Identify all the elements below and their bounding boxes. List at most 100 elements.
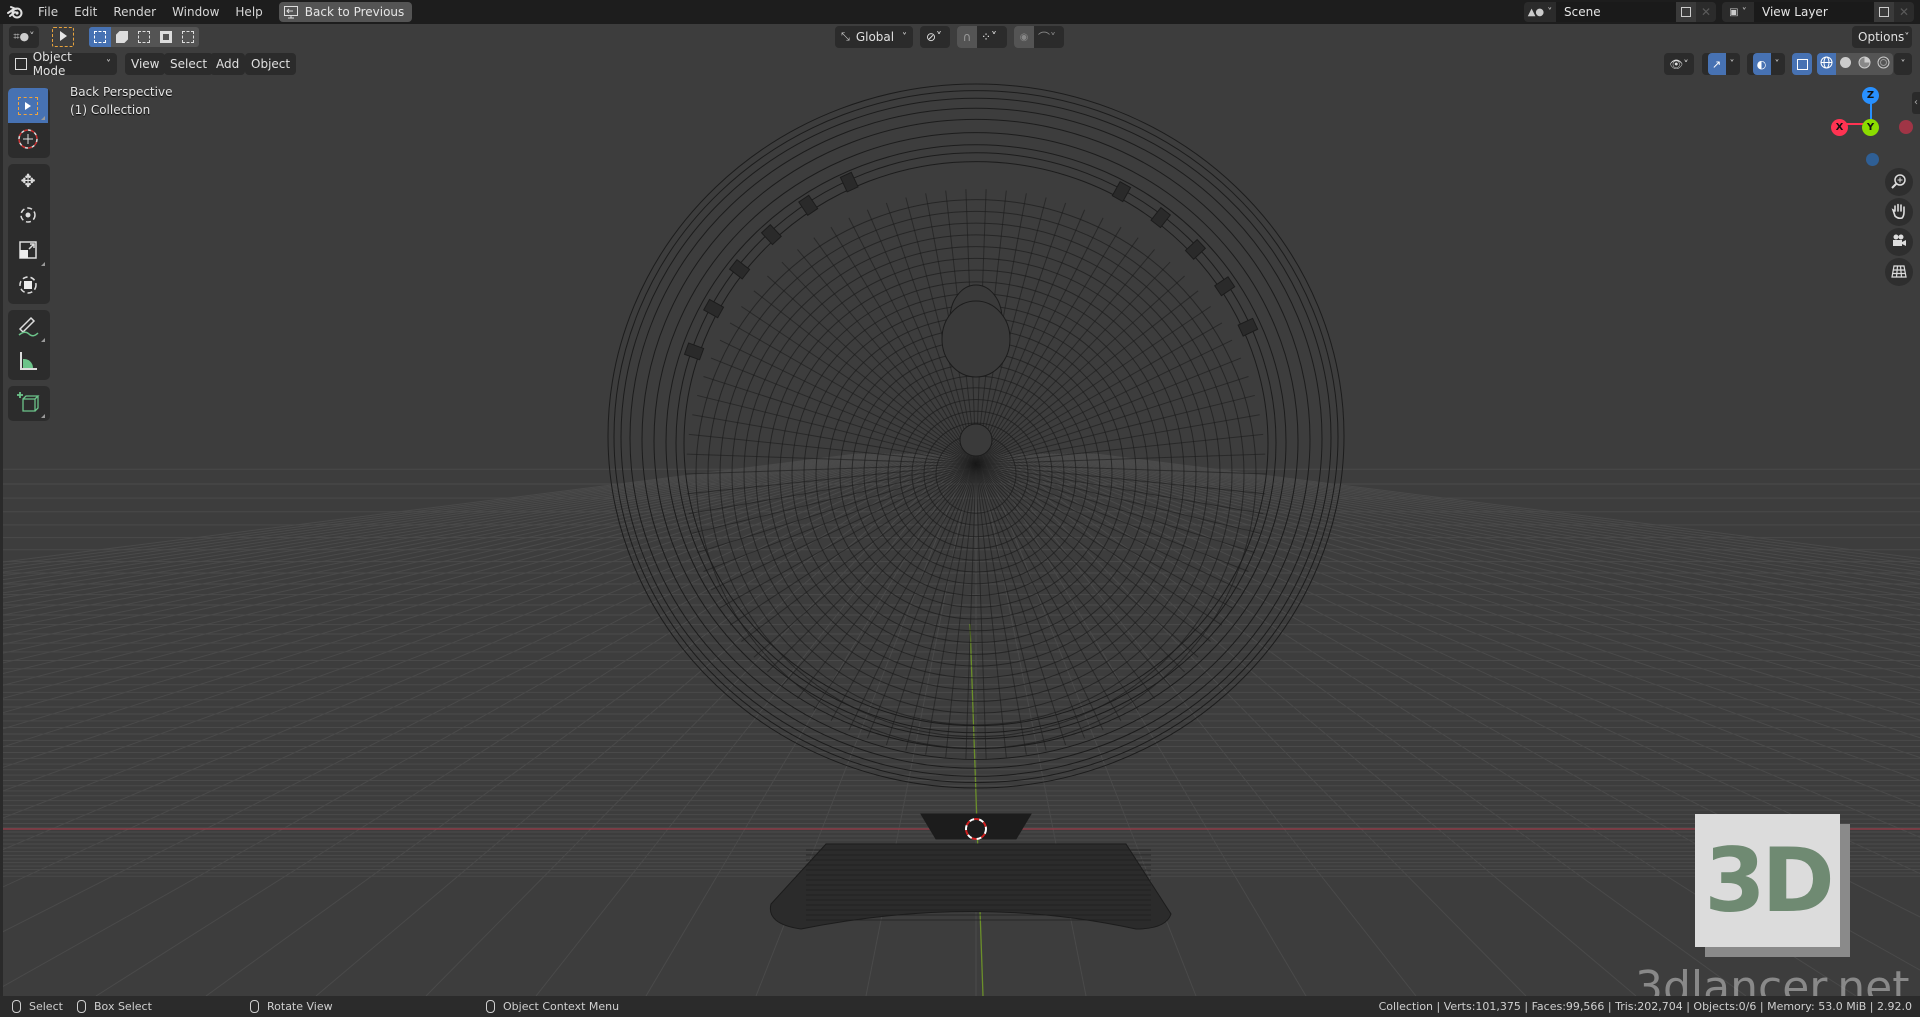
select-new-icon [94,31,106,43]
view-layer-type-dropdown[interactable]: ▣ ˅ [1722,2,1754,22]
hint-box-select-label: Box Select [94,1000,152,1013]
tool-cursor[interactable] [8,123,48,158]
options-dropdown[interactable]: Options ˅ [1852,26,1912,48]
hand-icon [1890,202,1908,223]
new-scene-button[interactable] [1676,2,1696,22]
viewport-header: Object Mode ˅ View Select Add Object 👁˅ … [0,50,1920,78]
close-icon: ✕ [1898,5,1910,19]
proportional-edit-icon[interactable]: ◉ [1014,26,1034,48]
overlays-toggle[interactable]: ◐ ˅ [1747,53,1785,75]
hint-select-label: Select [29,1000,63,1013]
menu-help[interactable]: Help [227,0,270,24]
blender-logo-icon[interactable] [0,0,30,24]
falloff-curve-icon[interactable]: ⌒˅ [1038,29,1056,46]
mouse-right-icon [486,1000,495,1013]
chevron-down-icon: ˅ [1774,58,1780,70]
cursor-arrow-icon [58,30,68,45]
camera-icon [1890,232,1908,253]
menu-edit[interactable]: Edit [66,0,105,24]
tool-scale[interactable] [8,234,48,269]
pencil-icon [16,315,40,340]
gizmo-icon: ↗ [1707,53,1726,75]
watermark-badge-text: 3D [1704,829,1834,932]
watermark-site: 3dlancer.net [1635,962,1910,996]
pan-view-button[interactable] [1885,198,1913,226]
zoom-view-button[interactable] [1885,168,1913,196]
delete-view-layer-button[interactable]: ✕ [1894,2,1914,22]
pivot-point-dropdown[interactable]: ⊘˅ [920,26,950,48]
snap-increment-icon[interactable]: ⁘˅ [981,30,997,44]
menu-select[interactable]: Select [164,53,214,75]
select-box-icon [18,96,38,115]
shading-solid-button[interactable] [1836,53,1855,75]
menu-view[interactable]: View [125,53,166,75]
3d-viewport[interactable]: Back Perspective (1) Collection Z X Y ‹ … [0,24,1920,996]
shading-options-dropdown[interactable]: ˅ [1894,53,1912,75]
tool-group-transform: ✥ [8,164,50,304]
tool-select-box[interactable] [8,88,48,123]
copy-icon [1681,7,1691,17]
select-extend-icon [116,31,128,43]
shading-rendered-button[interactable] [1874,53,1893,75]
scene-selector[interactable]: ▲● ˅ Scene ✕ [1524,2,1716,22]
overlays-icon: ◐ [1752,53,1771,75]
shading-material-button[interactable] [1855,53,1874,75]
copy-icon [1879,7,1889,17]
tool-measure[interactable] [8,345,48,380]
select-invert-icon [160,31,172,43]
menu-object[interactable]: Object [245,53,297,75]
scene-name-field[interactable]: Scene [1556,2,1676,22]
mode-subtract-selection[interactable] [133,27,155,47]
hint-box-select: Box Select [77,996,152,1017]
tool-transform[interactable] [8,269,48,304]
scene-type-dropdown[interactable]: ▲● ˅ [1524,2,1556,22]
mode-new-selection[interactable] [89,27,111,47]
view-layer-name-field[interactable]: View Layer [1754,2,1874,22]
gizmo-z-axis[interactable]: Z [1862,87,1879,104]
snap-magnet-icon[interactable]: ∩ [957,26,977,48]
back-to-previous-button[interactable]: Back to Previous [278,2,413,22]
tool-group-annotate [8,310,50,380]
mode-invert-selection[interactable] [155,27,177,47]
move-arrows-icon: ✥ [20,171,36,192]
camera-view-button[interactable] [1885,228,1913,256]
mode-intersect-selection[interactable] [177,27,199,47]
gizmo-y-axis[interactable]: Y [1862,119,1879,136]
menu-add[interactable]: Add [210,53,246,75]
editor-type-dropdown[interactable]: ⌗●˅ [9,26,39,48]
sidebar-toggle[interactable]: ‹ [1912,92,1920,114]
tool-annotate[interactable] [8,310,48,345]
view-layer-selector[interactable]: ▣ ˅ View Layer ✕ [1722,2,1914,22]
transform-orientation-dropdown[interactable]: ⤡ Global ˅ [835,26,913,48]
add-cube-icon [16,390,40,417]
orientation-icon: ⤡ [841,30,850,43]
options-label: Options [1858,30,1905,44]
view-name-label: Back Perspective [70,85,173,99]
object-mode-dropdown[interactable]: Object Mode ˅ [9,50,117,78]
shading-wireframe-button[interactable] [1817,53,1836,75]
scene-icon: ▲● [1527,6,1545,18]
mode-extend-selection[interactable] [111,27,133,47]
status-bar: Select Box Select Rotate View Object Con… [0,996,1920,1017]
active-tool-button[interactable] [52,27,74,47]
tool-add-cube[interactable] [8,386,48,421]
toggle-perspective-button[interactable] [1885,258,1913,286]
menu-file[interactable]: File [30,0,66,24]
gizmo-toggle[interactable]: ↗ ˅ [1702,53,1740,75]
tool-move[interactable]: ✥ [8,164,48,199]
menu-window[interactable]: Window [164,0,227,24]
menu-render[interactable]: Render [105,0,164,24]
tool-group-add [8,386,50,421]
selectability-visibility-dropdown[interactable]: 👁˅ [1664,53,1694,75]
delete-scene-button[interactable]: ✕ [1696,2,1716,22]
mouse-left-icon [12,1000,21,1013]
gizmo-neg-x-axis[interactable] [1899,120,1913,134]
gizmo-x-axis[interactable]: X [1831,119,1848,136]
chevron-down-icon: ˅ [1900,58,1906,70]
eye-cursor-icon: 👁˅ [1669,57,1689,71]
tool-rotate[interactable] [8,199,48,234]
new-view-layer-button[interactable] [1874,2,1894,22]
gizmo-neg-z-axis[interactable] [1866,153,1879,166]
object-mode-icon [15,58,27,70]
xray-toggle[interactable] [1792,53,1812,75]
